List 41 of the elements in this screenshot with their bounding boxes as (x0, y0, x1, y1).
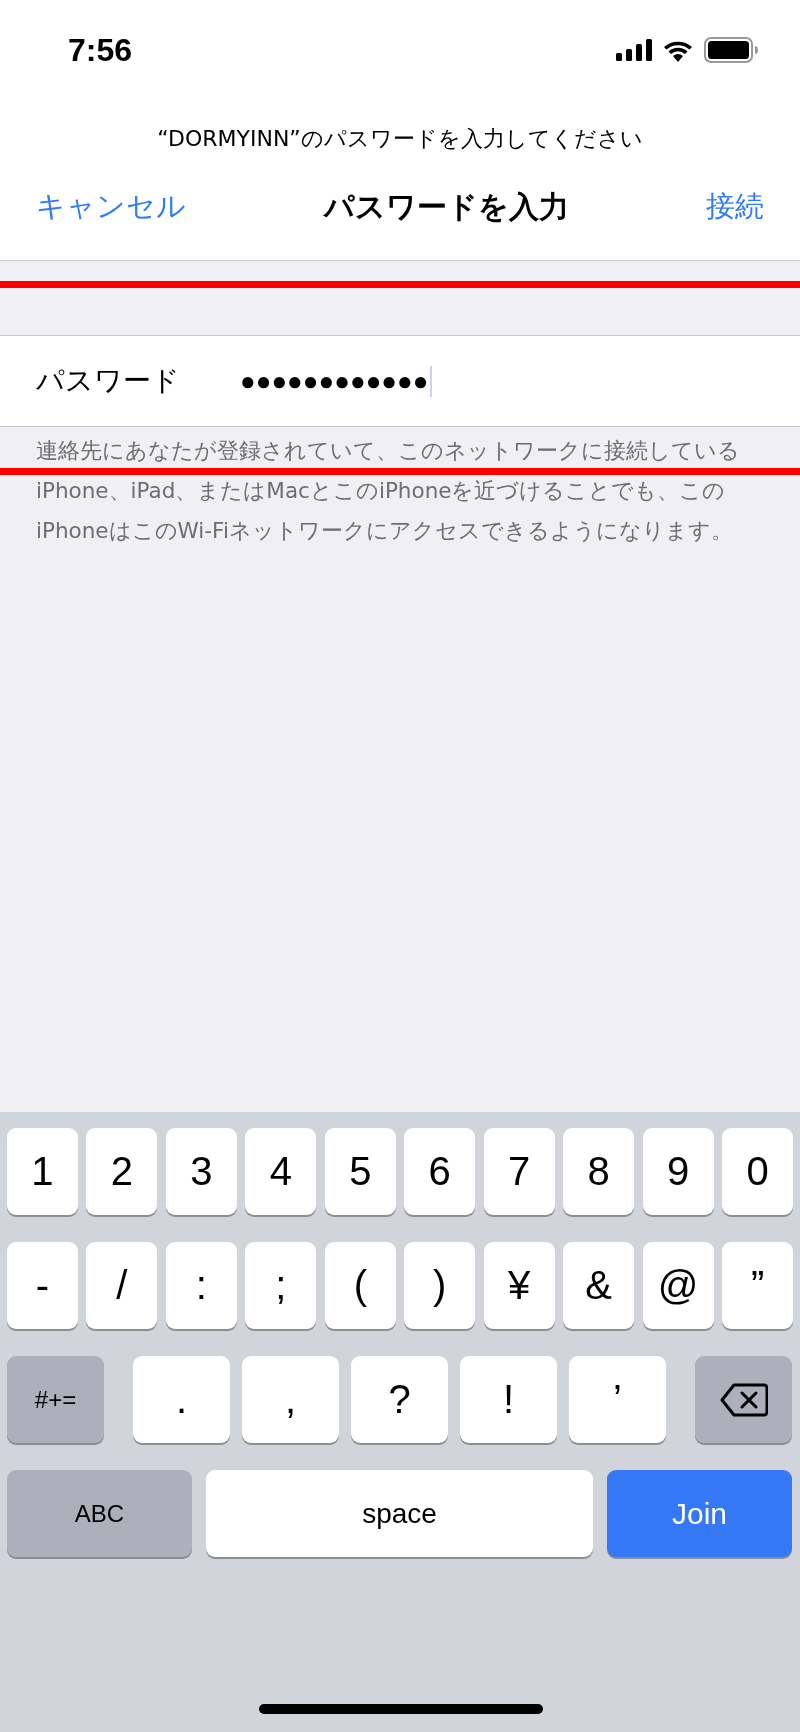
keyboard-key[interactable]: - (7, 1242, 78, 1329)
keyboard-key[interactable]: ” (722, 1242, 794, 1329)
prompt-text: “DORMYINN”のパスワードを入力してください (156, 125, 644, 153)
password-label: パスワード (36, 363, 181, 399)
keyboard-key[interactable]: 3 (165, 1128, 237, 1215)
keyboard-key[interactable]: 2 (86, 1128, 158, 1215)
keyboard-key[interactable]: 0 (722, 1128, 794, 1215)
keyboard-key[interactable]: 7 (483, 1128, 555, 1215)
keyboard-key[interactable]: & (563, 1242, 635, 1329)
nav-title: パスワードを入力 (323, 187, 569, 226)
keyboard-key[interactable]: 6 (404, 1128, 476, 1215)
keyboard-key[interactable]: #+= (7, 1356, 104, 1443)
keyboard-key[interactable]: Join (607, 1470, 792, 1557)
keyboard-key[interactable]: 9 (642, 1128, 714, 1215)
keyboard-key[interactable]: @ (642, 1242, 714, 1329)
cancel-button[interactable]: キャンセル (36, 187, 186, 227)
signal-icon (616, 39, 652, 61)
battery-icon (704, 37, 758, 63)
keyboard-key[interactable]: , (242, 1356, 339, 1443)
delete-key[interactable] (695, 1356, 792, 1443)
keyboard-key[interactable]: ABC (7, 1470, 192, 1557)
keyboard-key[interactable]: : (165, 1242, 237, 1329)
keyboard-key[interactable]: ! (460, 1356, 557, 1443)
join-button[interactable]: 接続 (706, 187, 764, 227)
keyboard-key[interactable]: . (133, 1356, 230, 1443)
keyboard-key[interactable]: ( (324, 1242, 396, 1329)
password-field[interactable]: ●●●●●●●●●●●● (240, 365, 433, 397)
keyboard-key[interactable]: ? (351, 1356, 448, 1443)
keyboard-key[interactable]: 8 (563, 1128, 635, 1215)
keyboard-key[interactable]: 1 (7, 1128, 78, 1215)
keyboard-key[interactable]: ) (404, 1242, 476, 1329)
backspace-icon (719, 1382, 768, 1417)
footer-note: 連絡先にあなたが登録されていて、このネットワークに接続しているiPhone、iPad、またはMacとこのiPhoneを近づけることでも、このiPhoneはこのWi-Fiネットワークにアクセスできるようになります。 (36, 437, 741, 545)
keyboard-key[interactable]: ¥ (483, 1242, 555, 1329)
keyboard-key[interactable]: / (86, 1242, 158, 1329)
keyboard-key[interactable]: space (206, 1470, 593, 1557)
keyboard-key[interactable]: ’ (569, 1356, 666, 1443)
keyboard-key[interactable]: ; (245, 1242, 317, 1329)
status-time: 7:56 (68, 31, 133, 69)
keyboard-key[interactable]: 5 (324, 1128, 396, 1215)
keyboard-key[interactable]: 4 (245, 1128, 317, 1215)
